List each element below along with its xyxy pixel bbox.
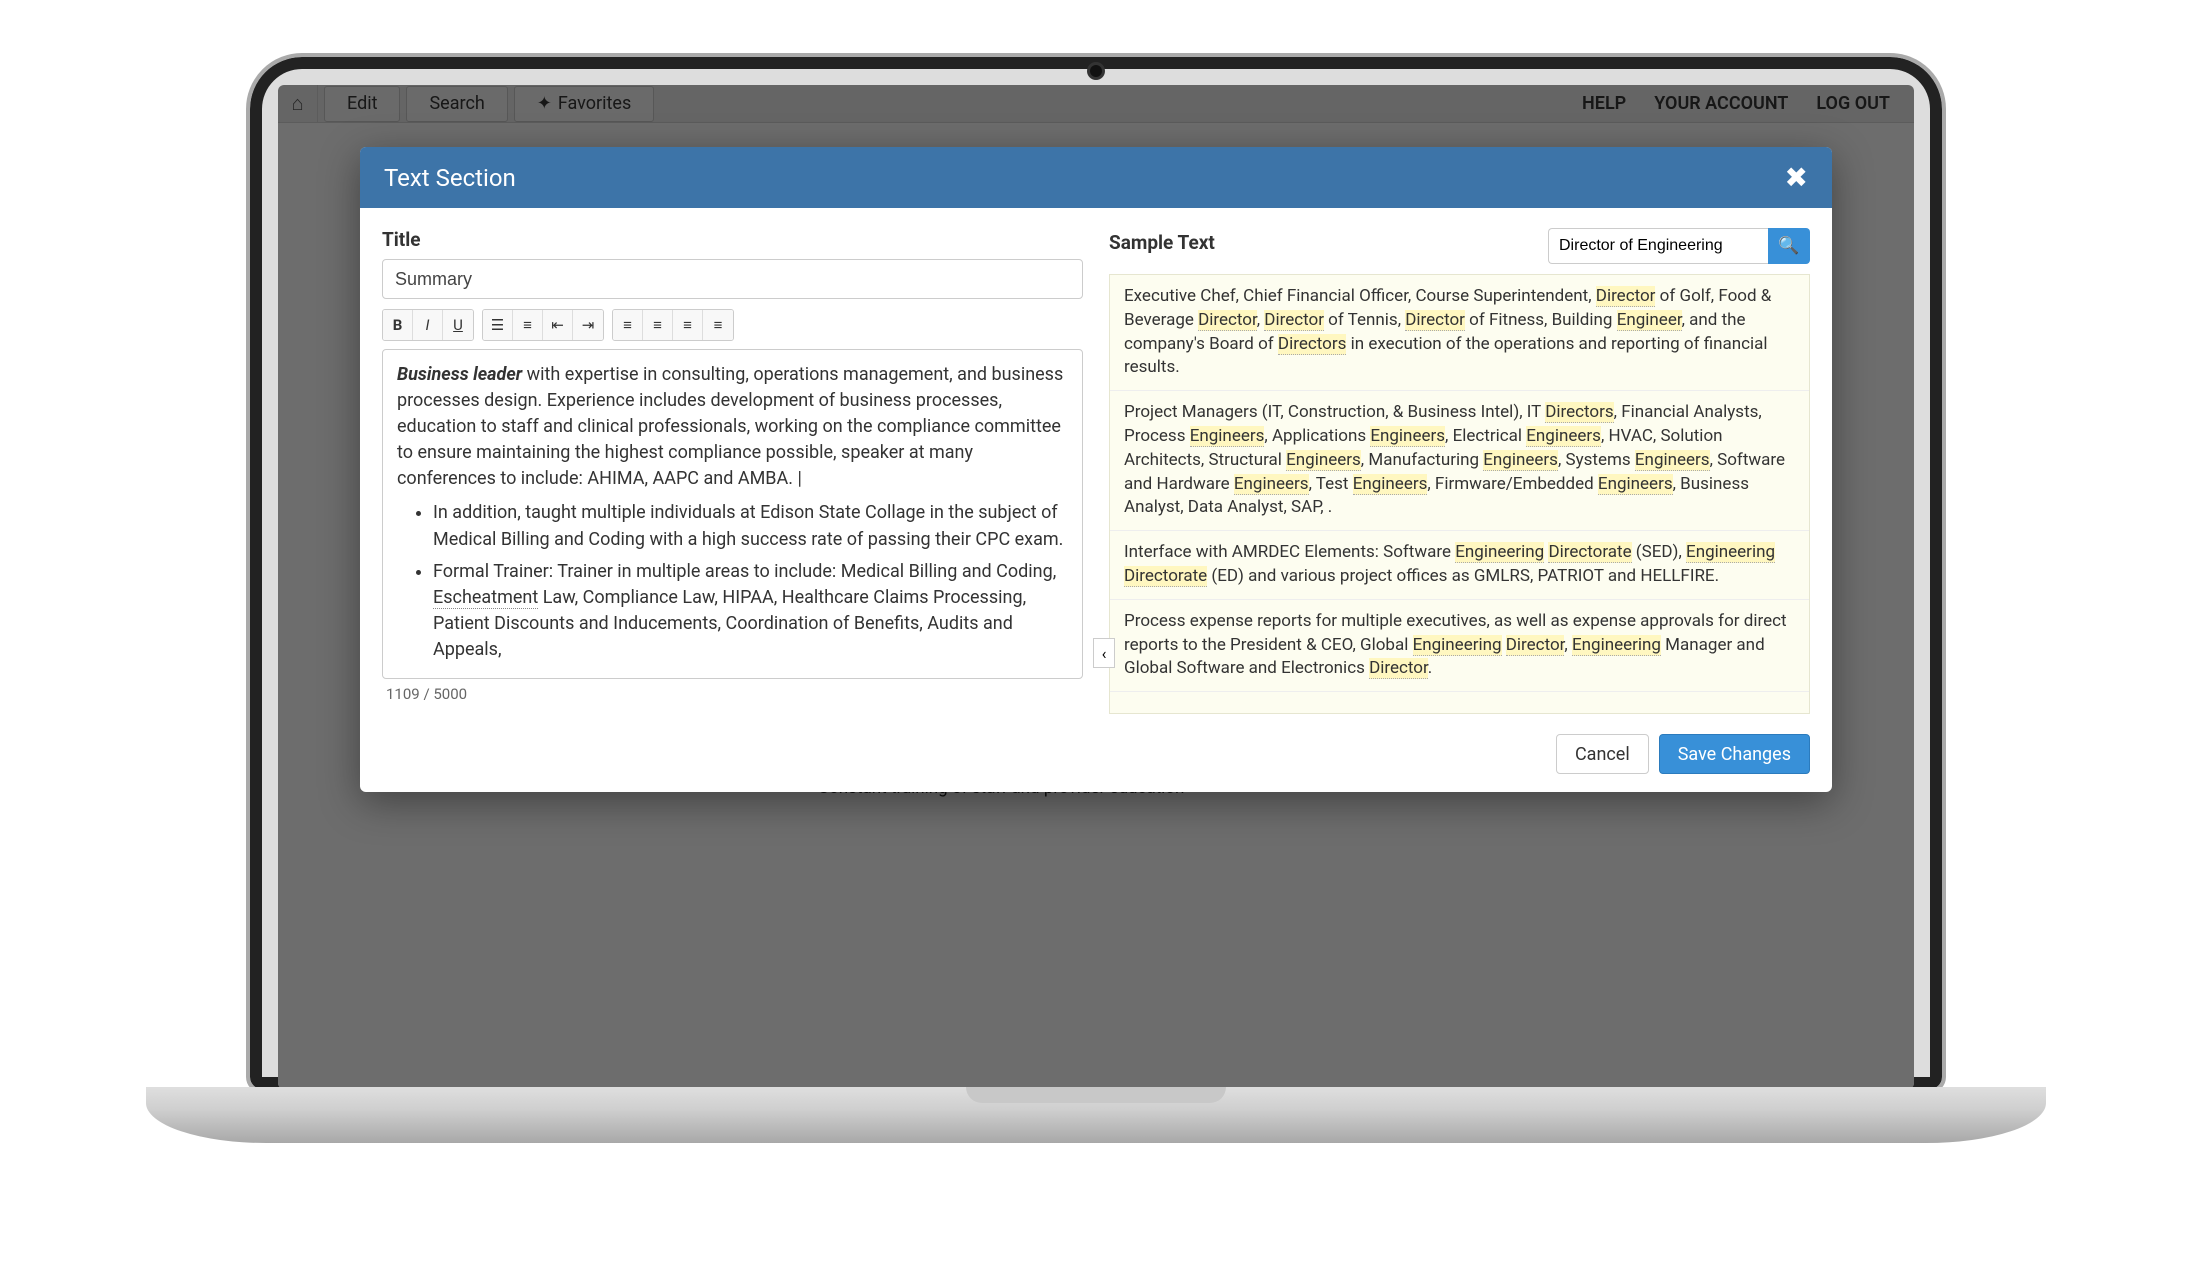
sample-text-pane: Sample Text 🔍 Executive Chef, Chief Fina… bbox=[1109, 228, 1810, 714]
rich-text-editor[interactable]: Business leader with expertise in consul… bbox=[382, 349, 1083, 679]
search-button[interactable]: 🔍 bbox=[1768, 228, 1810, 264]
editor-toolbar: B I U ☰ ≡ ⇤ ⇥ ≡ bbox=[382, 309, 1083, 341]
title-input[interactable] bbox=[382, 259, 1083, 299]
indent-button[interactable]: ⇥ bbox=[573, 310, 603, 340]
sample-text-item[interactable]: Executive Chef, Chief Financial Officer,… bbox=[1110, 275, 1809, 391]
chevron-left-icon: ‹ bbox=[1102, 644, 1107, 663]
numbered-list-button[interactable]: ≡ bbox=[513, 310, 543, 340]
sample-text-label: Sample Text bbox=[1109, 231, 1215, 254]
bullet-list-button[interactable]: ☰ bbox=[483, 310, 513, 340]
list-item: In addition, taught multiple individuals… bbox=[433, 500, 1068, 552]
cancel-button[interactable]: Cancel bbox=[1556, 734, 1649, 774]
underline-button[interactable]: U bbox=[443, 310, 473, 340]
align-justify-button[interactable]: ≡ bbox=[703, 310, 733, 340]
sample-text-item[interactable]: Process expense reports for multiple exe… bbox=[1110, 600, 1809, 692]
italic-button[interactable]: I bbox=[413, 310, 443, 340]
list-item: Formal Trainer: Trainer in multiple area… bbox=[433, 559, 1068, 663]
modal-footer: Cancel Save Changes bbox=[360, 724, 1832, 792]
modal-title: Text Section bbox=[384, 164, 516, 192]
close-icon[interactable]: ✖ bbox=[1785, 161, 1808, 194]
char-counter: 1109 / 5000 bbox=[382, 679, 1083, 709]
align-right-button[interactable]: ≡ bbox=[673, 310, 703, 340]
laptop-frame: ⌂ Edit Search ✦Favorites HELP YOUR ACCOU… bbox=[146, 53, 2046, 1233]
laptop-screen-bezel: ⌂ Edit Search ✦Favorites HELP YOUR ACCOU… bbox=[246, 53, 1946, 1093]
app-screen: ⌂ Edit Search ✦Favorites HELP YOUR ACCOU… bbox=[278, 85, 1914, 1089]
sample-text-item[interactable]: Project Managers (IT, Construction, & Bu… bbox=[1110, 391, 1809, 531]
editor-pane: Title B I U ☰ ≡ ⇤ bbox=[382, 228, 1083, 714]
bold-button[interactable]: B bbox=[383, 310, 413, 340]
camera-icon bbox=[1090, 65, 1102, 77]
text-caret: | bbox=[793, 468, 802, 489]
save-changes-button[interactable]: Save Changes bbox=[1659, 734, 1810, 774]
search-icon: 🔍 bbox=[1778, 236, 1799, 256]
align-center-button[interactable]: ≡ bbox=[643, 310, 673, 340]
collapse-panel-button[interactable]: ‹ bbox=[1093, 638, 1115, 668]
title-label: Title bbox=[382, 228, 1083, 251]
outdent-button[interactable]: ⇤ bbox=[543, 310, 573, 340]
sample-text-list[interactable]: Executive Chef, Chief Financial Officer,… bbox=[1109, 274, 1810, 714]
sample-text-item[interactable]: Interface with AMRDEC Elements: Software… bbox=[1110, 531, 1809, 600]
laptop-notch bbox=[966, 1087, 1226, 1103]
laptop-base bbox=[146, 1087, 2046, 1143]
modal-header: Text Section ✖ bbox=[360, 147, 1832, 208]
text-section-modal: Text Section ✖ Title B I U bbox=[360, 147, 1832, 792]
sample-search-input[interactable] bbox=[1548, 228, 1768, 264]
align-left-button[interactable]: ≡ bbox=[613, 310, 643, 340]
